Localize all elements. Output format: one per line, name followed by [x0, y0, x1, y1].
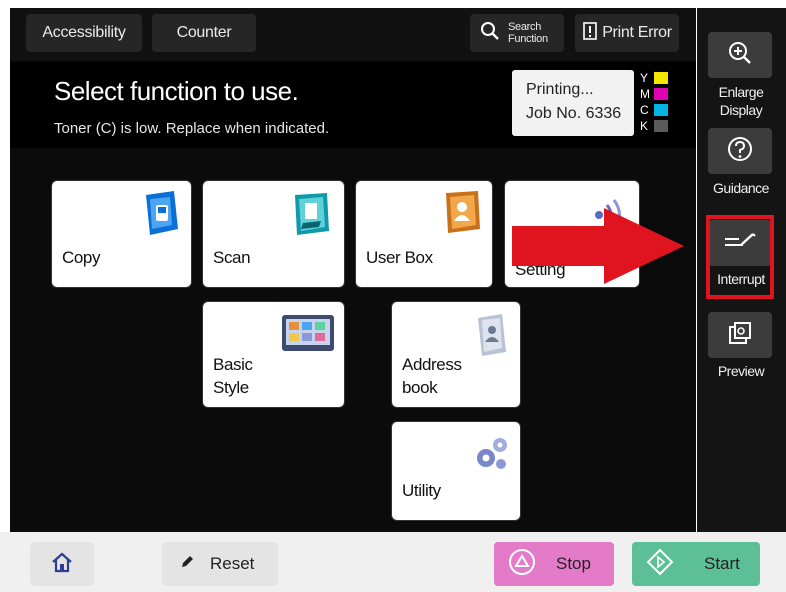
toner-y-swatch [654, 72, 668, 84]
job-status-line2: Job No. 6336 [526, 105, 622, 122]
utility-tile[interactable]: Utility [392, 422, 520, 520]
start-label: Start [704, 554, 740, 573]
guidance-button[interactable] [708, 128, 772, 174]
interrupt-highlight-box [706, 215, 774, 299]
gears-icon [472, 434, 512, 479]
page-title: Select function to use. [54, 76, 299, 106]
reset-label: Reset [210, 554, 255, 573]
basic-style-tile[interactable]: Basic Style [203, 302, 344, 407]
question-icon [727, 136, 753, 167]
accessibility-label: Accessibility [42, 24, 126, 41]
user-box-label: User Box [366, 248, 433, 267]
preview-icon [727, 320, 753, 351]
address-book-icon [474, 312, 510, 363]
address-book-label-line1: Address [402, 355, 462, 374]
basic-style-icon [281, 314, 335, 359]
start-icon [646, 548, 674, 581]
toner-label-c: C [640, 103, 649, 117]
zoom-in-icon [727, 40, 753, 71]
user-box-icon [440, 189, 484, 244]
counter-label: Counter [176, 24, 232, 41]
job-status-box[interactable]: Printing... Job No. 6336 [512, 70, 634, 136]
copy-label: Copy [62, 248, 101, 267]
search-icon [480, 21, 500, 46]
guidance-label: Guidance [713, 180, 769, 196]
stop-icon [508, 548, 536, 581]
toner-m-swatch [654, 88, 668, 100]
stop-label: Stop [556, 554, 591, 573]
enlarge-label-line2: Display [719, 102, 763, 118]
print-error-button[interactable]: Print Error [575, 14, 679, 52]
scan-label: Scan [213, 248, 251, 267]
basic-style-label-line1: Basic [213, 355, 253, 374]
basic-style-label-line2: Style [213, 378, 249, 397]
counter-button[interactable]: Counter [152, 14, 256, 52]
job-status-line1: Printing... [526, 81, 594, 98]
scan-icon [289, 191, 333, 244]
user-box-tile[interactable]: User Box [356, 181, 492, 287]
reset-button[interactable]: Reset [162, 542, 278, 586]
utility-label: Utility [402, 481, 441, 500]
copy-icon [138, 191, 180, 244]
address-book-label-line2: book [402, 378, 438, 397]
toner-label-m: M [640, 87, 650, 101]
search-label-line2: Function [508, 33, 548, 45]
home-icon [50, 551, 74, 578]
enlarge-display-button[interactable] [708, 32, 772, 78]
scan-tile[interactable]: Scan [203, 181, 344, 287]
enlarge-label-line1: Enlarge [718, 84, 764, 100]
stop-button[interactable]: Stop [494, 542, 614, 586]
accessibility-button[interactable]: Accessibility [26, 14, 142, 52]
search-label-line1: Search [508, 21, 542, 33]
preview-button[interactable] [708, 312, 772, 358]
pencil-icon [180, 554, 194, 574]
address-book-tile[interactable]: Address book [392, 302, 520, 407]
toner-warning: Toner (C) is low. Replace when indicated… [54, 120, 330, 137]
print-error-icon [582, 21, 598, 45]
toner-label-y: Y [640, 71, 649, 85]
preview-label: Preview [717, 363, 765, 379]
print-error-label: Print Error [602, 24, 672, 41]
toner-label-k: K [640, 119, 649, 133]
toner-levels: Y M C K [640, 70, 676, 134]
search-function-button[interactable]: Search Function [470, 14, 564, 52]
copy-tile[interactable]: Copy [52, 181, 191, 287]
toner-c-swatch [654, 104, 668, 116]
home-button[interactable] [30, 542, 94, 586]
toner-k-swatch [654, 120, 668, 132]
start-button[interactable]: Start [632, 542, 760, 586]
highlight-arrow [508, 206, 688, 291]
